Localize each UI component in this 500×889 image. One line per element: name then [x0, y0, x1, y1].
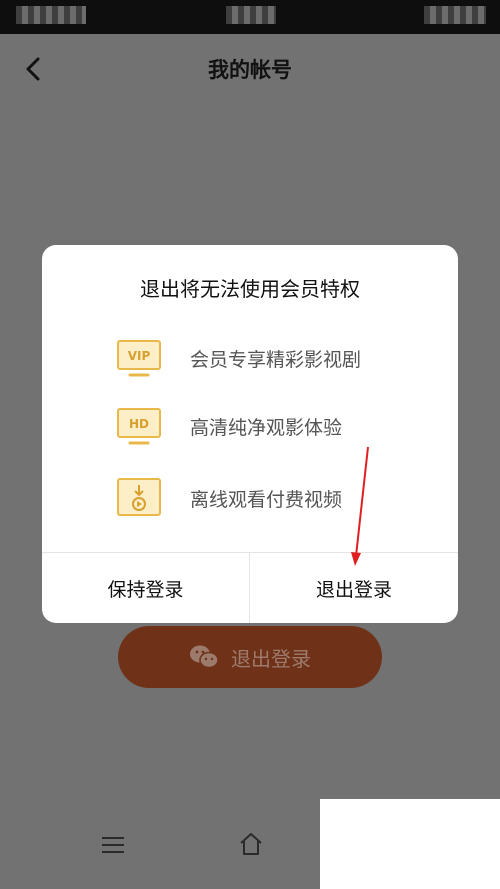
nav-bar: 我的帐号 [0, 34, 500, 104]
dialog-title: 退出将无法使用会员特权 [140, 277, 360, 301]
offline-download-icon [117, 478, 161, 516]
menu-icon[interactable] [102, 837, 124, 853]
wechat-icon [190, 645, 219, 669]
home-icon[interactable] [238, 831, 264, 857]
blurred-status-left [16, 6, 86, 24]
confirm-logout-button[interactable]: 退出登录 [250, 553, 458, 623]
feature-item-vip: VIP 会员专享精彩影视剧 [116, 333, 436, 383]
page-logout-button[interactable]: 退出登录 [118, 626, 382, 688]
blurred-status-right [424, 6, 486, 24]
hd-screen-icon: HD [117, 408, 161, 445]
logout-confirm-dialog: 退出将无法使用会员特权 VIP 会员专享精彩影视剧 HD 高清纯净观影体验 离线… [42, 245, 458, 623]
svg-text:HD: HD [129, 417, 149, 431]
svg-text:VIP: VIP [128, 349, 151, 363]
page-title: 我的帐号 [208, 58, 292, 82]
page-logout-label: 退出登录 [231, 646, 311, 671]
blurred-status-center [226, 6, 276, 24]
white-corner-patch [320, 799, 500, 889]
feature-label: 离线观看付费视频 [190, 488, 343, 511]
keep-login-button[interactable]: 保持登录 [42, 553, 249, 623]
feature-label: 会员专享精彩影视剧 [190, 348, 362, 371]
feature-item-offline: 离线观看付费视频 [116, 473, 436, 523]
status-bar [0, 0, 500, 34]
feature-label: 高清纯净观影体验 [190, 416, 343, 439]
vip-screen-icon: VIP [117, 340, 161, 377]
feature-item-hd: HD 高清纯净观影体验 [116, 401, 436, 451]
